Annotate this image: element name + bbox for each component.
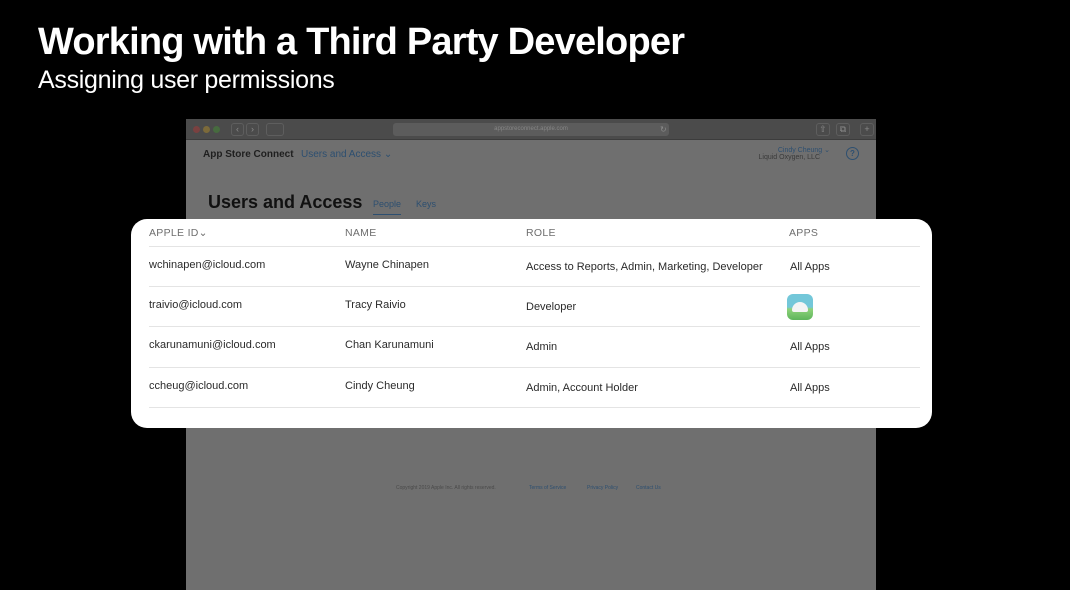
role-cell: Developer xyxy=(526,301,577,313)
back-icon[interactable]: ‹ xyxy=(231,123,244,136)
new-tab-icon[interactable]: + xyxy=(860,123,874,136)
table-row[interactable]: ccheug@icloud.com Cindy Cheung Admin, Ac… xyxy=(149,367,920,408)
forward-icon[interactable]: › xyxy=(246,123,259,136)
footer-link-contact[interactable]: Contact Us xyxy=(636,485,661,491)
footer-copyright: Copyright 2019 Apple Inc. All rights res… xyxy=(396,485,496,491)
name-cell: Cindy Cheung xyxy=(345,380,415,392)
role-cell: Access to Reports, Admin, Marketing, Dev… xyxy=(526,261,763,273)
tab-keys[interactable]: Keys xyxy=(416,199,436,209)
tab-people[interactable]: People xyxy=(373,199,402,215)
table-row[interactable]: ckarunamuni@icloud.com Chan Karunamuni A… xyxy=(149,326,920,366)
column-header-apple-id[interactable]: APPLE ID⌄ xyxy=(149,227,208,239)
weather-app-icon xyxy=(787,294,813,320)
name-cell: Chan Karunamuni xyxy=(345,339,434,351)
browser-toolbar: ‹ › appstoreconnect.apple.com ↻ ⇧ ⧉ + xyxy=(186,119,876,140)
minimize-window-button[interactable] xyxy=(203,126,210,133)
slide-subtitle: Assigning user permissions xyxy=(38,66,335,94)
apps-cell: All Apps xyxy=(790,382,830,394)
sidebar-toggle-icon[interactable] xyxy=(266,123,284,136)
account-organization: Liquid Oxygen, LLC xyxy=(758,154,820,161)
footer-link-privacy[interactable]: Privacy Policy xyxy=(587,485,618,491)
apple-id-cell: ccheug@icloud.com xyxy=(149,380,249,392)
table-row[interactable]: traivio@icloud.com Tracy Raivio Develope… xyxy=(149,286,920,326)
close-window-button[interactable] xyxy=(193,126,200,133)
users-table-card: APPLE ID⌄ NAME ROLE APPS wchinapen@iclou… xyxy=(131,219,932,428)
column-header-apps: APPS xyxy=(789,227,819,239)
role-cell: Admin, Account Holder xyxy=(526,382,638,394)
page-title: Users and Access xyxy=(208,192,363,212)
help-icon[interactable]: ? xyxy=(846,147,859,160)
users-and-access-menu[interactable]: Users and Access ⌄ xyxy=(301,149,392,160)
apple-id-cell: wchinapen@icloud.com xyxy=(149,259,266,271)
address-bar[interactable]: appstoreconnect.apple.com xyxy=(393,123,669,136)
slide-title: Working with a Third Party Developer xyxy=(38,21,685,63)
reload-icon[interactable]: ↻ xyxy=(660,123,667,136)
column-header-role: ROLE xyxy=(526,227,556,239)
name-cell: Wayne Chinapen xyxy=(345,259,429,271)
account-menu[interactable]: Cindy Cheung ⌄ xyxy=(778,146,830,154)
apps-cell: All Apps xyxy=(790,341,830,353)
apps-cell: All Apps xyxy=(790,261,830,273)
apple-id-cell: ckarunamuni@icloud.com xyxy=(149,339,276,351)
footer-link-terms[interactable]: Terms of Service xyxy=(529,485,566,491)
app-nav-title[interactable]: App Store Connect xyxy=(203,149,294,160)
tabs-overview-icon[interactable]: ⧉ xyxy=(836,123,850,136)
role-cell: Admin xyxy=(526,341,558,353)
column-header-name: NAME xyxy=(345,227,377,239)
share-icon[interactable]: ⇧ xyxy=(816,123,830,136)
name-cell: Tracy Raivio xyxy=(345,299,406,311)
apple-id-cell: traivio@icloud.com xyxy=(149,299,243,311)
table-row[interactable]: wchinapen@icloud.com Wayne Chinapen Acce… xyxy=(149,246,920,286)
zoom-window-button[interactable] xyxy=(213,126,220,133)
